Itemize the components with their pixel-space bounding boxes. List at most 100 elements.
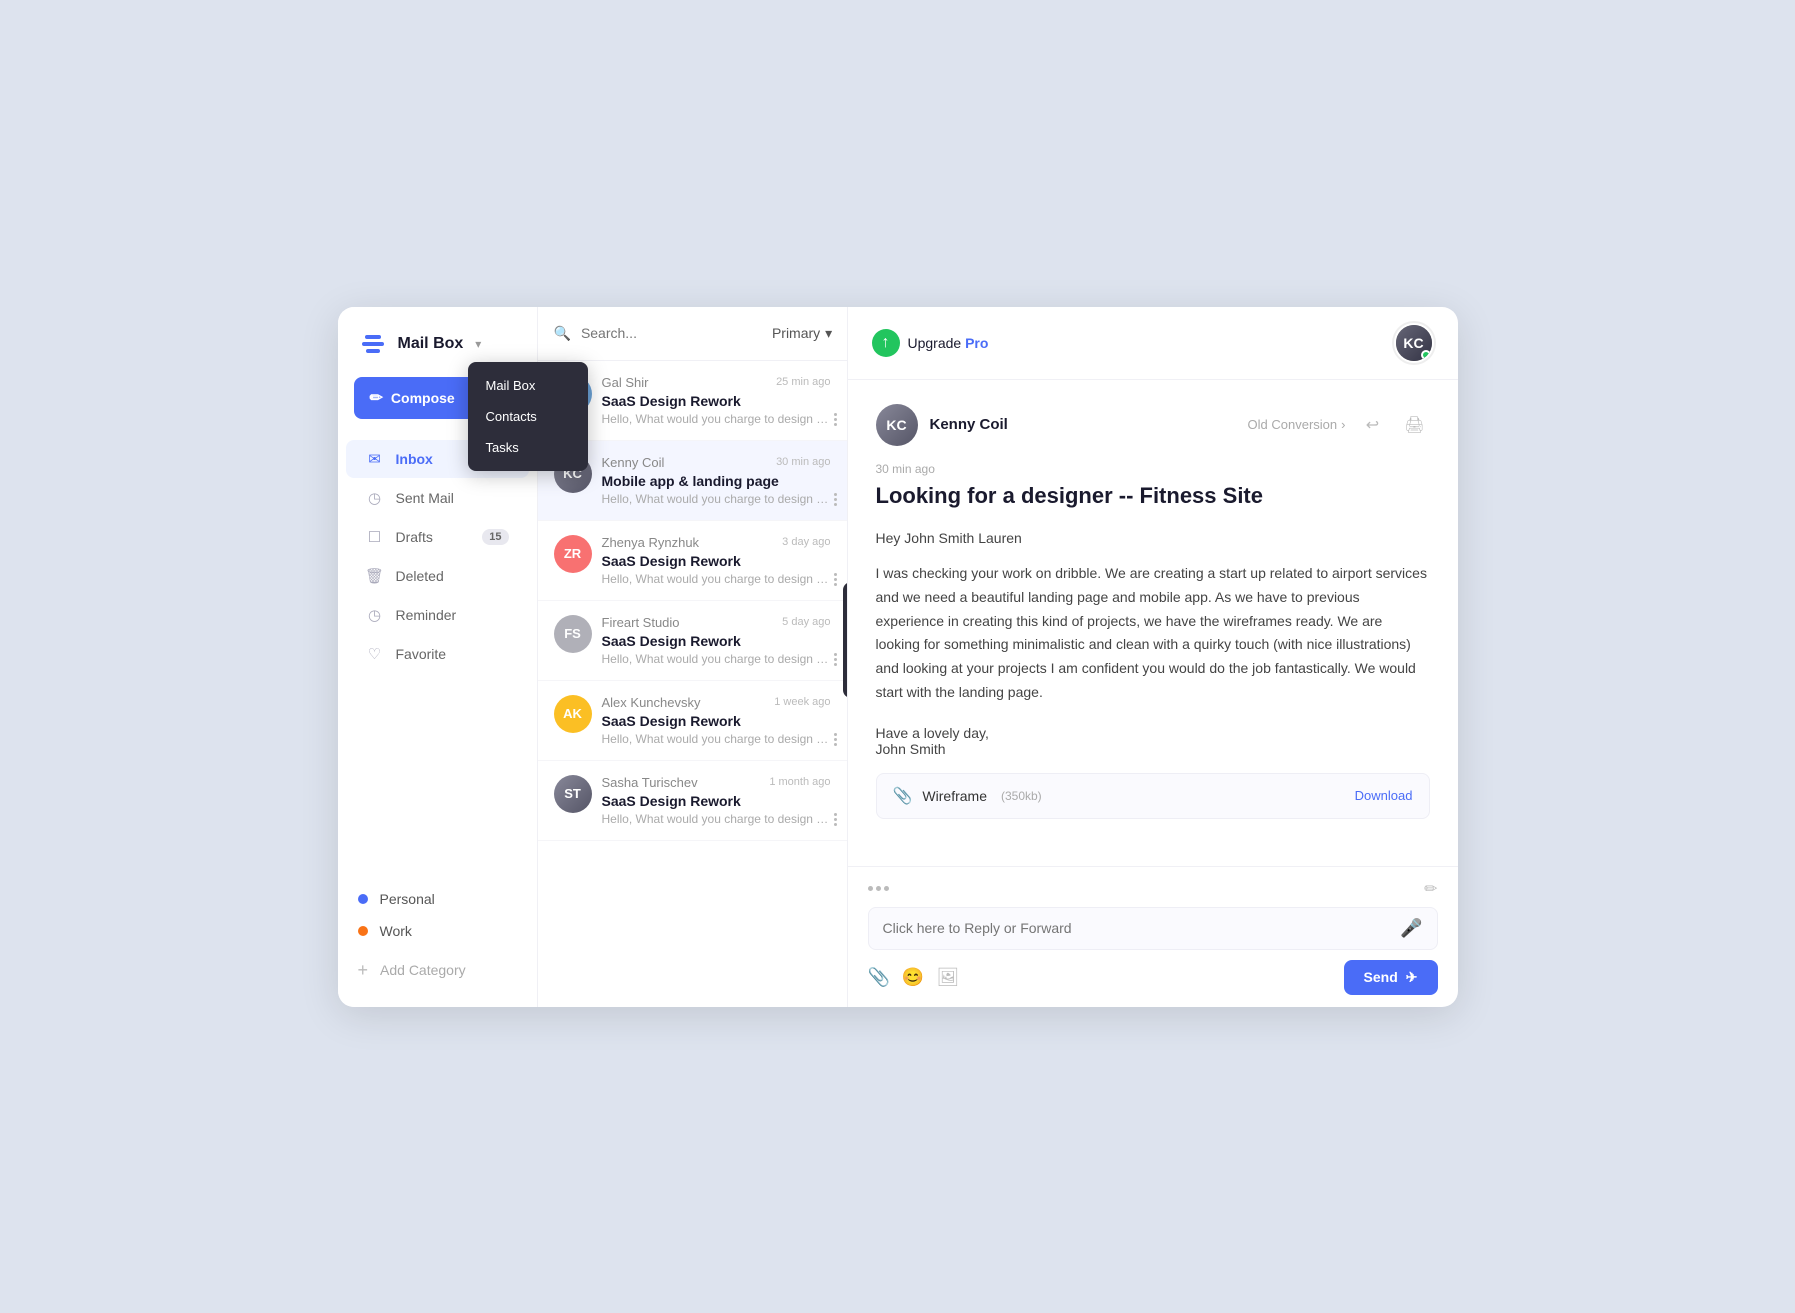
add-category-label: Add Category xyxy=(380,962,466,978)
status-dot xyxy=(1421,350,1431,360)
category-personal[interactable]: Personal xyxy=(358,883,517,915)
email-subject: SaaS Design Rework xyxy=(602,633,831,649)
personal-dot xyxy=(358,894,368,904)
download-button[interactable]: Download xyxy=(1355,788,1413,803)
app-dropdown-menu: Mail Box Contacts Tasks xyxy=(468,362,588,471)
list-item[interactable]: AK Alex Kunchevsky 1 week ago SaaS Desig… xyxy=(538,681,847,761)
microphone-icon[interactable]: 🎤 xyxy=(1400,918,1422,939)
email-more-button[interactable] xyxy=(834,813,837,826)
work-label: Work xyxy=(380,923,412,939)
reply-input[interactable] xyxy=(883,920,1401,936)
email-preview: Hello, What would you charge to design t… xyxy=(602,652,831,666)
email-time: 3 day ago xyxy=(782,536,830,548)
email-top-row: Fireart Studio 5 day ago xyxy=(602,615,831,630)
deleted-label: Deleted xyxy=(396,568,509,584)
email-context-menu: 🗑 ◷ ♡ xyxy=(843,582,847,698)
detail-header: ↑ Upgrade Pro KC xyxy=(848,307,1458,380)
add-category-button[interactable]: + Add Category xyxy=(338,953,537,987)
detail-message: I was checking your work on dribble. We … xyxy=(876,562,1430,705)
work-dot xyxy=(358,926,368,936)
email-content: Alex Kunchevsky 1 week ago SaaS Design R… xyxy=(602,695,831,746)
sidebar-item-reminder[interactable]: ◷ Reminder xyxy=(346,596,529,634)
email-subject: SaaS Design Rework xyxy=(602,393,831,409)
email-list-header: 🔍 Primary ▾ xyxy=(538,307,847,361)
email-time: 1 week ago xyxy=(774,696,830,708)
email-more-button[interactable] xyxy=(834,413,837,426)
detail-subject: Looking for a designer -- Fitness Site xyxy=(876,482,1430,511)
email-content: Fireart Studio 5 day ago SaaS Design Rew… xyxy=(602,615,831,666)
filter-dropdown[interactable]: Primary ▾ xyxy=(772,325,832,342)
detail-pane: ↑ Upgrade Pro KC KC Kenny Coil xyxy=(848,307,1458,1007)
email-more-button[interactable] xyxy=(834,653,837,666)
send-button[interactable]: Send ✈ xyxy=(1344,960,1438,995)
list-item[interactable]: FS Fireart Studio 5 day ago SaaS Design … xyxy=(538,601,847,681)
dropdown-item-tasks[interactable]: Tasks xyxy=(468,432,588,463)
email-sender: Alex Kunchevsky xyxy=(602,695,701,710)
email-time: 1 month ago xyxy=(769,776,830,788)
email-top-row: Alex Kunchevsky 1 week ago xyxy=(602,695,831,710)
email-top-row: Sasha Turischev 1 month ago xyxy=(602,775,831,790)
sidebar-item-deleted[interactable]: 🗑 Deleted xyxy=(346,557,529,595)
detail-greeting: Hey John Smith Lauren xyxy=(876,530,1430,546)
list-item[interactable]: ST Sasha Turischev 1 month ago SaaS Desi… xyxy=(538,761,847,841)
email-sender: Kenny Coil xyxy=(602,455,665,470)
reply-tools: 📎 😊 🖼 xyxy=(868,967,960,988)
sidebar-header: Mail Box ▾ Mail Box Contacts Tasks xyxy=(338,307,537,377)
email-subject: SaaS Design Rework xyxy=(602,553,831,569)
dropdown-item-mailbox[interactable]: Mail Box xyxy=(468,370,588,401)
upgrade-text: Upgrade Pro xyxy=(908,335,989,351)
sidebar: Mail Box ▾ Mail Box Contacts Tasks ✏ Com… xyxy=(338,307,538,1007)
email-more-button[interactable] xyxy=(834,573,837,586)
email-top-row: Gal Shir 25 min ago xyxy=(602,375,831,390)
avatar: AK xyxy=(554,695,592,733)
email-more-button[interactable] xyxy=(834,733,837,746)
inbox-icon: ✉ xyxy=(366,450,384,468)
dropdown-item-contacts[interactable]: Contacts xyxy=(468,401,588,432)
print-button[interactable]: 🖨 xyxy=(1400,410,1430,440)
send-icon: ✈ xyxy=(1406,969,1418,986)
chevron-down-icon[interactable]: ▾ xyxy=(475,337,481,351)
upgrade-arrow-icon: ↑ xyxy=(872,329,900,357)
old-conversion-link[interactable]: Old Conversion › xyxy=(1248,417,1346,432)
add-icon: + xyxy=(358,961,369,979)
attach-tool-button[interactable]: 📎 xyxy=(868,967,890,988)
user-avatar[interactable]: KC xyxy=(1394,323,1434,363)
detail-body: KC Kenny Coil Old Conversion › ↩ 🖨 30 mi… xyxy=(848,380,1458,866)
attachment-name: Wireframe xyxy=(922,788,987,804)
email-more-button[interactable] xyxy=(834,493,837,506)
list-item[interactable]: ZR Zhenya Rynzhuk 3 day ago SaaS Design … xyxy=(538,521,847,601)
edit-icon[interactable]: ✏ xyxy=(1424,879,1437,899)
reply-input-row[interactable]: 🎤 xyxy=(868,907,1438,950)
attachment-size: (350kb) xyxy=(1001,789,1042,803)
email-subject: SaaS Design Rework xyxy=(602,713,831,729)
sidebar-item-drafts[interactable]: ☐ Drafts 15 xyxy=(346,518,529,556)
reminder-label: Reminder xyxy=(396,607,509,623)
email-content: Gal Shir 25 min ago SaaS Design Rework H… xyxy=(602,375,831,426)
emoji-tool-button[interactable]: 😊 xyxy=(902,967,924,988)
personal-label: Personal xyxy=(380,891,435,907)
image-tool-button[interactable]: 🖼 xyxy=(936,967,959,988)
app-title: Mail Box xyxy=(398,335,464,353)
email-sender: Sasha Turischev xyxy=(602,775,698,790)
email-time: 25 min ago xyxy=(776,376,830,388)
email-preview: Hello, What would you charge to design t… xyxy=(602,812,831,826)
sidebar-item-favorite[interactable]: ♡ Favorite xyxy=(346,635,529,673)
email-content: Zhenya Rynzhuk 3 day ago SaaS Design Rew… xyxy=(602,535,831,586)
email-sender: Fireart Studio xyxy=(602,615,680,630)
categories-section: Personal Work xyxy=(338,873,537,953)
search-input[interactable] xyxy=(581,325,762,341)
email-subject: SaaS Design Rework xyxy=(602,793,831,809)
sidebar-item-sent[interactable]: ◷ Sent Mail xyxy=(346,479,529,517)
detail-farewell: Have a lovely day, John Smith xyxy=(876,725,1430,757)
email-time: 30 min ago xyxy=(776,456,830,468)
avatar: ZR xyxy=(554,535,592,573)
nav-section: ✉ Inbox 35 ◷ Sent Mail ☐ Drafts 15 🗑 Del… xyxy=(338,439,537,873)
avatar: ST xyxy=(554,775,592,813)
compose-label: Compose xyxy=(391,390,455,406)
email-time: 5 day ago xyxy=(782,616,830,628)
detail-sender-name: Kenny Coil xyxy=(930,416,1008,433)
detail-avatar: KC xyxy=(876,404,918,446)
reply-button[interactable]: ↩ xyxy=(1358,410,1388,440)
sent-icon: ◷ xyxy=(366,489,384,507)
category-work[interactable]: Work xyxy=(358,915,517,947)
